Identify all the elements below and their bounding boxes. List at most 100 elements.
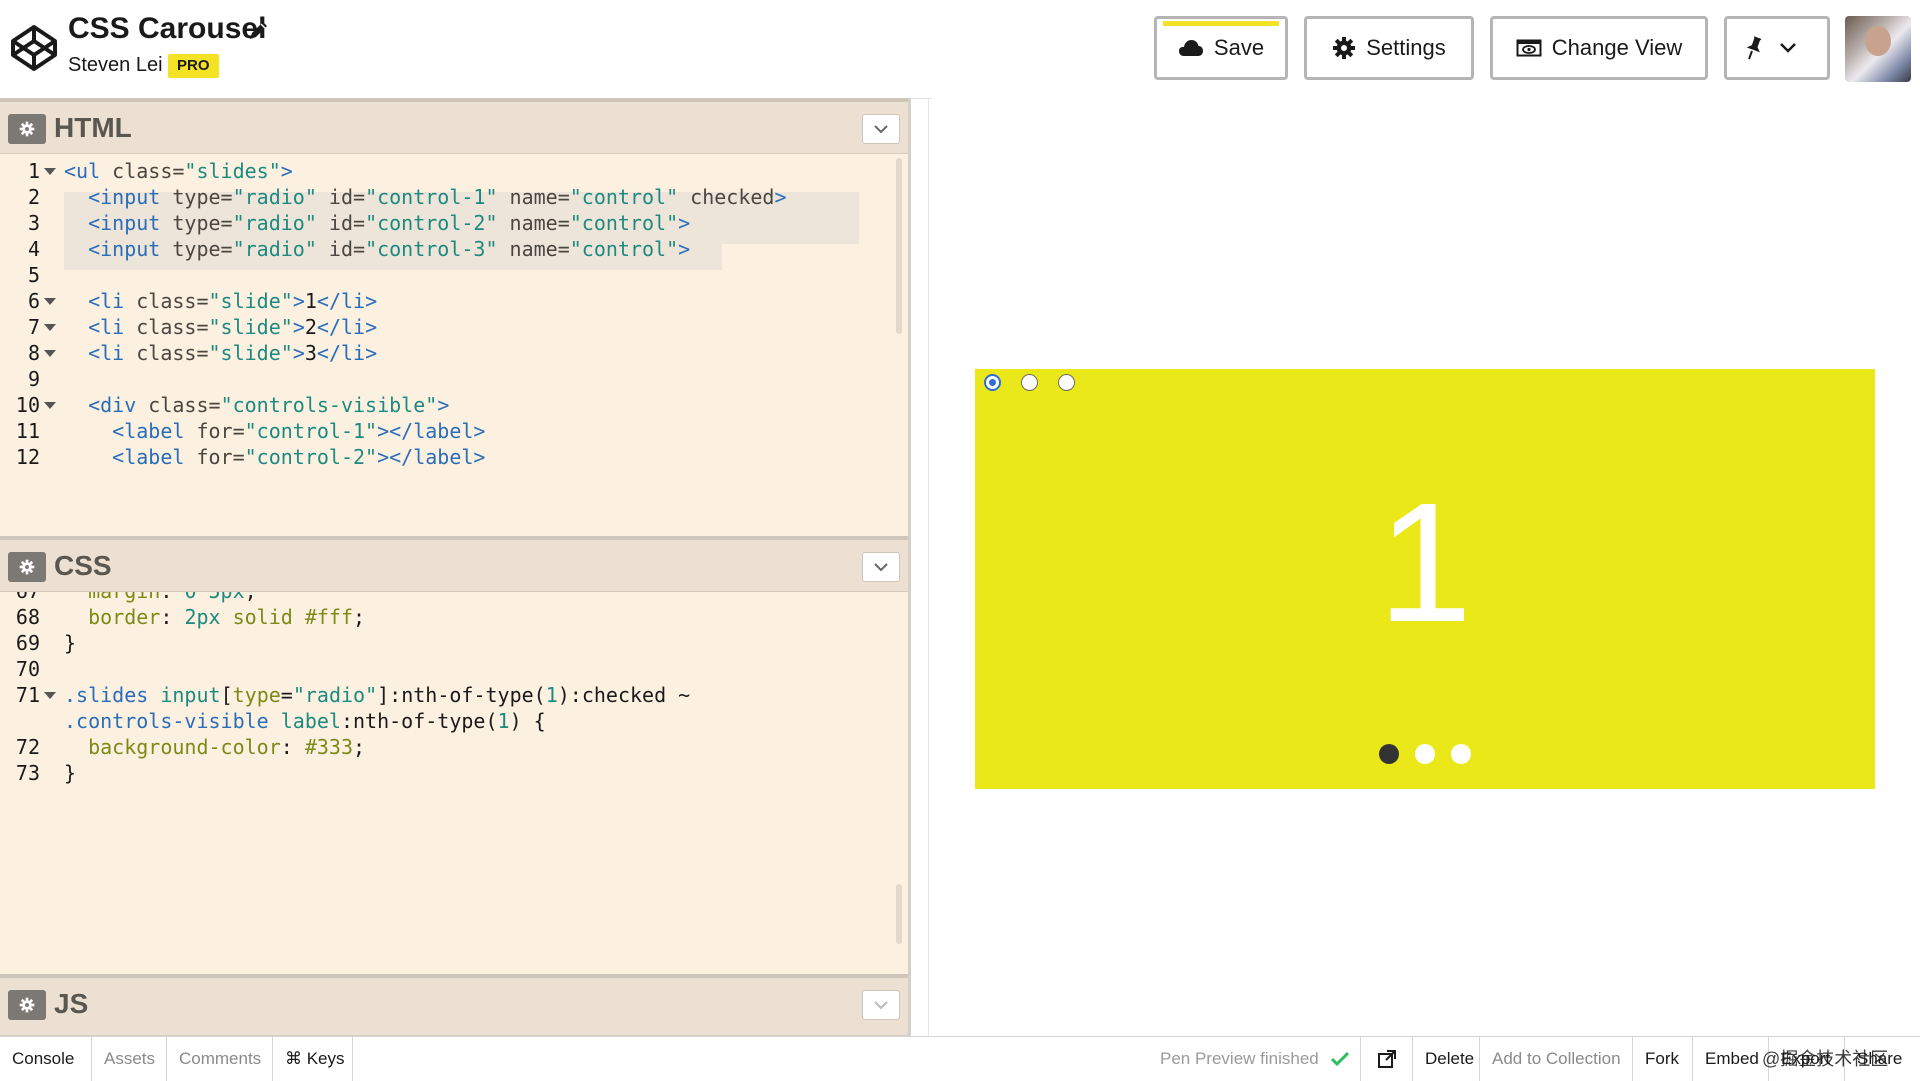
code-token: class= — [124, 289, 209, 313]
html-settings-button[interactable] — [8, 114, 46, 144]
code-token: <li — [88, 289, 125, 313]
css-code-editor[interactable]: 67 margin: 0 5px;68 border: 2px solid #f… — [0, 592, 908, 974]
code-token: </li> — [316, 289, 378, 313]
code-token: : — [280, 735, 305, 759]
save-label: Save — [1213, 35, 1265, 60]
code-token: ) { — [509, 709, 546, 733]
css-collapse-button[interactable] — [862, 552, 900, 582]
save-button[interactable]: Save — [1154, 16, 1288, 80]
delete-button[interactable]: Delete — [1413, 1037, 1480, 1081]
js-collapse-button[interactable] — [862, 990, 900, 1020]
html-scrollbar[interactable] — [896, 158, 902, 334]
code-token: > — [292, 315, 305, 339]
console-button[interactable]: Console — [0, 1037, 92, 1081]
code-token: "control-1" — [365, 185, 498, 209]
comments-button[interactable]: Comments — [167, 1037, 273, 1081]
code-token: <ul — [64, 159, 101, 183]
gear-icon — [19, 121, 35, 137]
code-token: "slide" — [208, 315, 293, 339]
css-scrollbar[interactable] — [896, 884, 902, 944]
slide-radio-3[interactable] — [1058, 374, 1075, 391]
settings-label: Settings — [1366, 35, 1446, 60]
js-editor-title: JS — [54, 988, 89, 1019]
code-token: class= — [100, 159, 185, 183]
window-view-icon — [1516, 39, 1542, 57]
code-token: name= — [497, 211, 570, 235]
preview-status-text: Pen Preview finished — [1160, 1049, 1319, 1068]
fold-arrow-icon[interactable] — [44, 692, 56, 699]
pen-title[interactable]: CSS Carousel — [68, 12, 266, 46]
fold-arrow-icon[interactable] — [44, 402, 56, 409]
code-token: : — [160, 605, 185, 629]
code-token: "radio" — [232, 237, 317, 261]
code-token: ></label> — [377, 419, 486, 443]
code-token: 3 — [304, 341, 317, 365]
code-token: <input — [88, 185, 161, 209]
fold-arrow-icon[interactable] — [44, 298, 56, 305]
code-token: ></label> — [377, 445, 486, 469]
code-token: 1 — [497, 709, 510, 733]
cloud-icon — [1178, 40, 1203, 56]
code-token: border — [88, 605, 161, 629]
code-token: > — [280, 159, 293, 183]
change-view-button[interactable]: Change View — [1490, 16, 1708, 80]
code-line[interactable]: 12 <label for="control-2"></label> — [0, 442, 908, 473]
code-token: </li> — [316, 341, 378, 365]
code-token: "slides" — [184, 159, 281, 183]
code-token: </li> — [316, 315, 378, 339]
code-token: label — [280, 709, 341, 733]
code-token: type — [232, 683, 281, 707]
code-token: class= — [136, 393, 221, 417]
pane-divider[interactable] — [928, 98, 929, 1036]
code-token: class= — [124, 341, 209, 365]
pro-badge: PRO — [168, 54, 219, 78]
css-editor-header: CSS — [0, 536, 908, 592]
code-token: = — [280, 683, 293, 707]
code-token: .slides — [64, 683, 149, 707]
css-settings-button[interactable] — [8, 552, 46, 582]
slide-radio-2[interactable] — [1021, 374, 1038, 391]
codepen-logo-icon[interactable] — [10, 24, 58, 72]
html-code-editor[interactable]: 1 <ul class="slides"> 2 <input type="radio… — [0, 154, 908, 536]
code-token: ; — [353, 605, 366, 629]
slide-radio-1[interactable] — [984, 374, 1001, 391]
code-token: for= — [184, 419, 245, 443]
slide-dot-1[interactable] — [1379, 744, 1399, 764]
fold-arrow-icon[interactable] — [44, 168, 56, 175]
html-editor-title: HTML — [54, 112, 132, 143]
slide-dot-2[interactable] — [1415, 744, 1435, 764]
code-token: "control" — [569, 237, 679, 261]
code-token: .controls-visible — [64, 709, 269, 733]
open-external-button[interactable] — [1361, 1037, 1413, 1081]
code-line[interactable]: 73} — [0, 758, 908, 789]
keys-button[interactable]: ⌘ Keys — [273, 1037, 353, 1081]
fork-button[interactable]: Fork — [1633, 1037, 1693, 1081]
code-token: "controls-visible" — [220, 393, 438, 417]
edit-pencil-icon[interactable] — [247, 18, 271, 42]
line-number: 12 — [15, 445, 40, 469]
code-token: name= — [497, 185, 570, 209]
code-token: <div — [88, 393, 137, 417]
slide-dot-3[interactable] — [1451, 744, 1471, 764]
js-settings-button[interactable] — [8, 990, 46, 1020]
author-name[interactable]: Steven Lei — [68, 54, 163, 77]
add-to-collection-button[interactable]: Add to Collection — [1480, 1037, 1633, 1081]
user-avatar[interactable] — [1845, 16, 1911, 82]
code-token: 1 — [304, 289, 317, 313]
html-collapse-button[interactable] — [862, 114, 900, 144]
pin-menu-button[interactable] — [1724, 16, 1830, 80]
fold-arrow-icon[interactable] — [44, 350, 56, 357]
embed-button[interactable]: Embed — [1693, 1037, 1769, 1081]
slide-number: 1 — [1377, 468, 1473, 658]
settings-button[interactable]: Settings — [1304, 16, 1474, 80]
fold-arrow-icon[interactable] — [44, 324, 56, 331]
assets-button[interactable]: Assets — [92, 1037, 167, 1081]
